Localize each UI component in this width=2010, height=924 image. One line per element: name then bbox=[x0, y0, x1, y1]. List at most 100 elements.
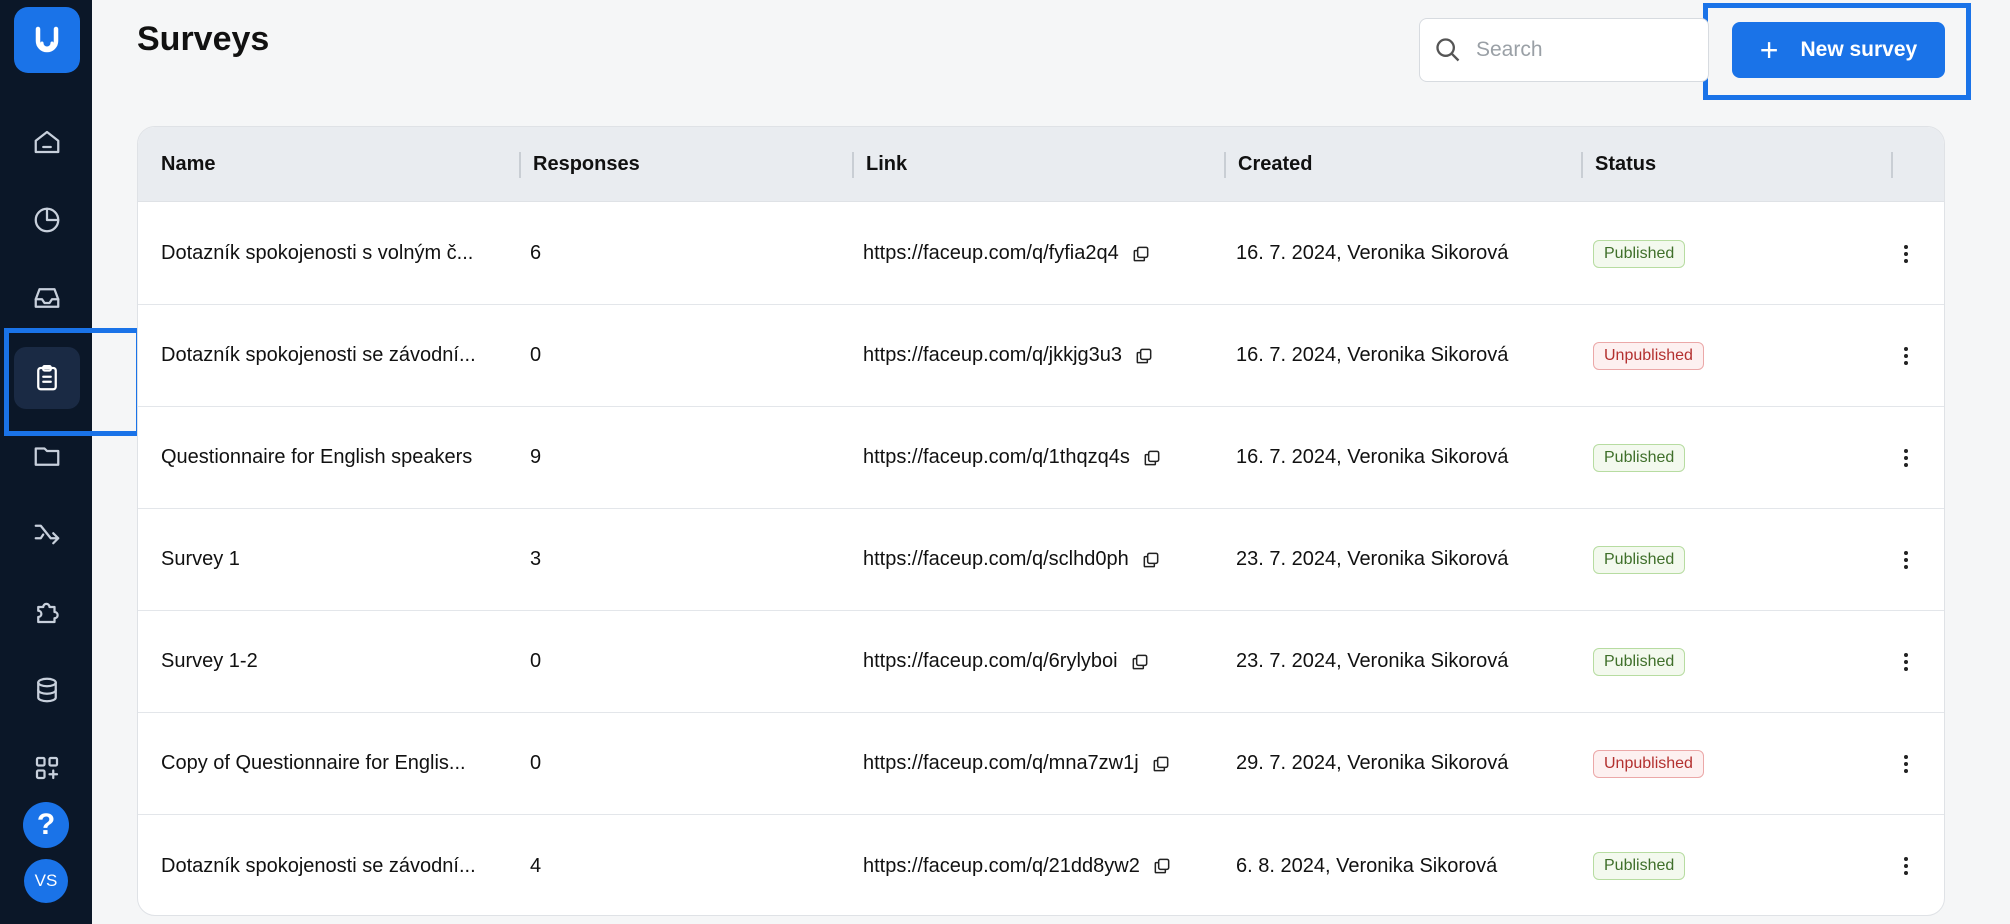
column-divider bbox=[519, 152, 521, 178]
survey-link-cell: https://faceup.com/q/mna7zw1j bbox=[863, 713, 1171, 814]
survey-name[interactable]: Copy of Questionnaire for Englis... bbox=[161, 713, 466, 814]
home-icon bbox=[34, 130, 60, 154]
row-menu-icon[interactable] bbox=[1896, 407, 1916, 508]
survey-name[interactable]: Survey 1 bbox=[161, 509, 240, 610]
survey-responses: 0 bbox=[530, 344, 542, 366]
column-divider bbox=[1581, 152, 1583, 178]
copy-icon[interactable] bbox=[1151, 754, 1171, 774]
sidebar-item-home[interactable] bbox=[14, 111, 80, 173]
survey-link[interactable]: https://faceup.com/q/1thqzq4s bbox=[863, 446, 1130, 469]
sidebar-item-integrations[interactable] bbox=[14, 581, 80, 643]
status-badge: Published bbox=[1593, 239, 1686, 268]
status-cell: Unpublished bbox=[1593, 305, 1704, 406]
survey-link[interactable]: https://faceup.com/q/6rylyboi bbox=[863, 650, 1118, 673]
survey-link[interactable]: https://faceup.com/q/mna7zw1j bbox=[863, 752, 1139, 775]
copy-icon[interactable] bbox=[1131, 244, 1151, 264]
survey-link-cell: https://faceup.com/q/jkkjg3u3 bbox=[863, 305, 1154, 406]
survey-responses: 9 bbox=[530, 446, 542, 468]
table-row[interactable]: Survey 1-2 0 https://faceup.com/q/6rylyb… bbox=[138, 611, 1944, 713]
table-row[interactable]: Dotazník spokojenosti se závodní... 4 ht… bbox=[138, 815, 1944, 915]
column-header-status[interactable]: Status bbox=[1595, 127, 1656, 202]
row-menu-icon[interactable] bbox=[1896, 611, 1916, 712]
column-header-link[interactable]: Link bbox=[866, 127, 907, 202]
plus-icon: + bbox=[1759, 32, 1779, 68]
database-icon bbox=[37, 677, 57, 703]
table-row[interactable]: Questionnaire for English speakers 9 htt… bbox=[138, 407, 1944, 509]
sidebar-item-apps[interactable] bbox=[14, 737, 80, 799]
status-badge: Unpublished bbox=[1593, 341, 1704, 370]
status-badge: Published bbox=[1593, 545, 1686, 574]
row-menu-icon[interactable] bbox=[1896, 815, 1916, 915]
inbox-icon bbox=[34, 288, 60, 308]
sidebar-item-data[interactable] bbox=[14, 659, 80, 721]
table-row[interactable]: Dotazník spokojenosti se závodní... 0 ht… bbox=[138, 305, 1944, 407]
survey-created: 16. 7. 2024, Veronika Sikorová bbox=[1236, 242, 1509, 264]
status-cell: Published bbox=[1593, 203, 1686, 304]
survey-created: 16. 7. 2024, Veronika Sikorová bbox=[1236, 344, 1509, 366]
page-title: Surveys bbox=[137, 20, 270, 58]
status-badge: Published bbox=[1593, 852, 1686, 880]
copy-icon[interactable] bbox=[1141, 550, 1161, 570]
survey-created: 16. 7. 2024, Veronika Sikorová bbox=[1236, 446, 1509, 468]
pie-chart-icon bbox=[34, 207, 60, 233]
status-badge: Published bbox=[1593, 443, 1686, 472]
sidebar-item-inbox[interactable] bbox=[14, 267, 80, 329]
folder-icon bbox=[34, 447, 60, 466]
avatar-initials: VS bbox=[34, 871, 58, 890]
shuffle-icon bbox=[34, 524, 60, 545]
table-header: Name Responses Link Created Status bbox=[138, 127, 1944, 202]
survey-created: 23. 7. 2024, Veronika Sikorová bbox=[1236, 548, 1509, 570]
help-icon: ? bbox=[36, 808, 56, 841]
logo-icon bbox=[35, 26, 59, 53]
status-cell: Published bbox=[1593, 815, 1686, 915]
table-row[interactable]: Dotazník spokojenosti s volným č... 6 ht… bbox=[138, 203, 1944, 305]
row-menu-icon[interactable] bbox=[1896, 305, 1916, 406]
survey-created: 23. 7. 2024, Veronika Sikorová bbox=[1236, 650, 1509, 672]
survey-link[interactable]: https://faceup.com/q/sclhd0ph bbox=[863, 548, 1129, 571]
survey-name[interactable]: Survey 1-2 bbox=[161, 611, 258, 712]
app-logo[interactable] bbox=[14, 7, 80, 73]
search-input[interactable] bbox=[1476, 38, 1676, 62]
row-menu-icon[interactable] bbox=[1896, 203, 1916, 304]
status-cell: Unpublished bbox=[1593, 713, 1704, 814]
sidebar-item-files[interactable] bbox=[14, 425, 80, 487]
column-divider bbox=[1224, 152, 1226, 178]
table-row[interactable]: Survey 1 3 https://faceup.com/q/sclhd0ph… bbox=[138, 509, 1944, 611]
new-survey-label: New survey bbox=[1800, 38, 1918, 61]
new-survey-button[interactable]: + New survey bbox=[1732, 22, 1945, 78]
row-menu-icon[interactable] bbox=[1896, 509, 1916, 610]
column-header-responses[interactable]: Responses bbox=[533, 127, 640, 202]
survey-name[interactable]: Dotazník spokojenosti se závodní... bbox=[161, 815, 476, 915]
survey-responses: 0 bbox=[530, 650, 542, 672]
column-header-name[interactable]: Name bbox=[161, 127, 215, 202]
sidebar-item-surveys[interactable] bbox=[14, 347, 80, 409]
clipboard-icon bbox=[37, 365, 57, 391]
survey-link[interactable]: https://faceup.com/q/fyfia2q4 bbox=[863, 242, 1119, 265]
user-avatar[interactable]: VS bbox=[24, 859, 68, 903]
survey-link-cell: https://faceup.com/q/1thqzq4s bbox=[863, 407, 1162, 508]
survey-responses: 3 bbox=[530, 548, 542, 570]
status-cell: Published bbox=[1593, 509, 1686, 610]
survey-name[interactable]: Dotazník spokojenosti s volným č... bbox=[161, 203, 473, 304]
sidebar-item-analytics[interactable] bbox=[14, 189, 80, 251]
status-cell: Published bbox=[1593, 611, 1686, 712]
survey-name[interactable]: Questionnaire for English speakers bbox=[161, 407, 472, 508]
copy-icon[interactable] bbox=[1130, 652, 1150, 672]
table-row[interactable]: Copy of Questionnaire for Englis... 0 ht… bbox=[138, 713, 1944, 815]
row-menu-icon[interactable] bbox=[1896, 713, 1916, 814]
survey-name[interactable]: Dotazník spokojenosti se závodní... bbox=[161, 305, 476, 406]
search-box[interactable] bbox=[1419, 18, 1709, 82]
search-icon bbox=[1436, 38, 1460, 62]
sidebar-item-workflows[interactable] bbox=[14, 501, 80, 563]
column-header-created[interactable]: Created bbox=[1238, 127, 1312, 202]
copy-icon[interactable] bbox=[1134, 346, 1154, 366]
survey-link-cell: https://faceup.com/q/6rylyboi bbox=[863, 611, 1150, 712]
survey-responses: 4 bbox=[530, 854, 542, 877]
help-button[interactable]: ? bbox=[23, 802, 69, 848]
survey-link[interactable]: https://faceup.com/q/jkkjg3u3 bbox=[863, 344, 1122, 367]
survey-link-cell: https://faceup.com/q/21dd8yw2 bbox=[863, 815, 1172, 915]
copy-icon[interactable] bbox=[1152, 856, 1172, 876]
copy-icon[interactable] bbox=[1142, 448, 1162, 468]
apps-add-icon bbox=[35, 756, 59, 780]
survey-link[interactable]: https://faceup.com/q/21dd8yw2 bbox=[863, 855, 1140, 878]
